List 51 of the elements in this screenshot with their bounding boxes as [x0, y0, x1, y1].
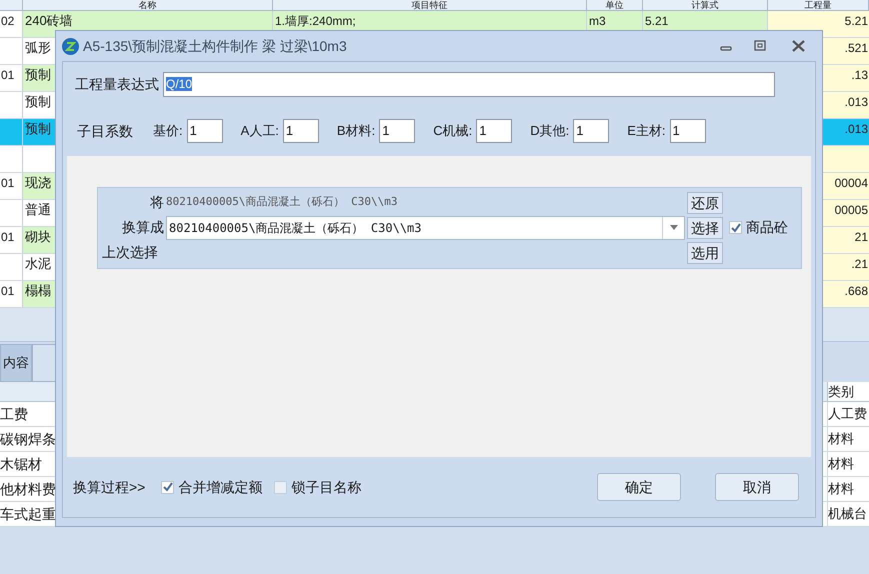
column-header: 工程量 [768, 0, 869, 10]
selected-text: Q/10 [166, 77, 192, 91]
table-cell: 材料 [827, 452, 869, 476]
table-cell: 01 [0, 281, 23, 307]
column-header: 项目特征 [273, 0, 587, 10]
field-label: B材料: [336, 122, 376, 140]
table-cell: 01 [0, 227, 23, 253]
table-cell: 02 [0, 11, 23, 37]
coefficient-field[interactable]: 1 [379, 119, 416, 143]
select-button[interactable]: 选择 [687, 216, 723, 238]
coefficient-field[interactable]: 1 [573, 119, 610, 143]
app-logo-icon [62, 38, 79, 54]
field-label: D其他: [530, 122, 570, 140]
process-link[interactable]: 换算过程>> [73, 476, 146, 498]
table-cell: 01 [0, 173, 23, 199]
cancel-button[interactable]: 取消 [715, 473, 799, 501]
field-label: 基价: [153, 122, 183, 140]
restore-button[interactable]: 还原 [687, 192, 723, 214]
table-cell-text: 车式起重 [0, 505, 57, 524]
checkbox-label: 锁子目名称 [291, 478, 362, 496]
table-cell: 材料 [827, 427, 869, 451]
table-cell-text: 他材料费 [0, 480, 57, 499]
column-header: 单位 [587, 0, 643, 10]
column-header: 计算式 [643, 0, 768, 10]
column-header: 名称 [23, 0, 273, 10]
field-label: 子目系数 [77, 122, 133, 140]
checkbox[interactable] [161, 480, 174, 494]
table-cell: 01 [0, 65, 23, 91]
table-cell-text: 工费 [0, 405, 29, 424]
column-header: 类别 [827, 382, 869, 401]
checkbox-label: 合并增减定额 [178, 478, 262, 496]
coefficient-field[interactable]: 1 [186, 119, 223, 143]
target-item-dropdown[interactable]: 80210400005\商品混凝土（砾石） C30\\m3 [166, 216, 685, 240]
coefficient-field[interactable]: 1 [282, 119, 319, 143]
table-cell-text: 木锯材 [0, 455, 43, 474]
table-cell-text: 碳钢焊条 [0, 430, 57, 449]
expression-field[interactable]: Q/10 [163, 72, 775, 96]
close-icon[interactable] [792, 40, 804, 52]
maximize-icon[interactable] [754, 40, 766, 52]
field-label: 工程量表达式 [75, 74, 159, 94]
ok-button[interactable]: 确定 [597, 473, 681, 501]
field-label: E主材: [627, 122, 666, 140]
table-cell: 机械台 [827, 502, 869, 526]
use-button[interactable]: 选用 [687, 242, 723, 264]
tab[interactable]: 内容 [0, 344, 32, 382]
coefficient-field[interactable]: 1 [476, 119, 512, 143]
field-label: C机械: [433, 122, 472, 140]
table-cell: 人工费 [827, 402, 869, 426]
checkbox[interactable] [729, 221, 742, 234]
table-cell: 材料 [827, 477, 869, 501]
coefficient-field[interactable]: 1 [670, 119, 706, 143]
